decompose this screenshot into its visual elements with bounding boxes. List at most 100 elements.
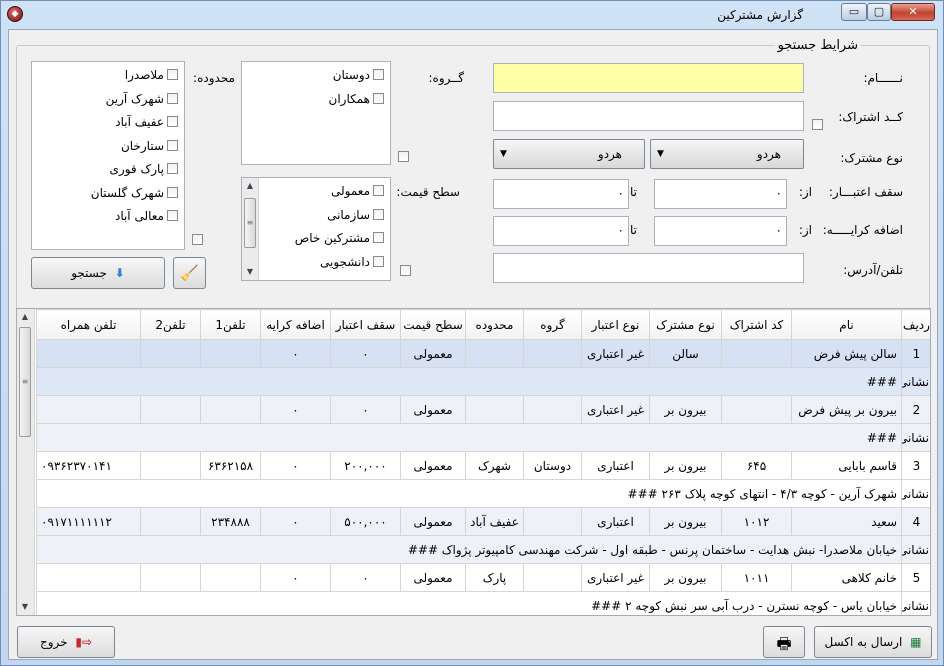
credit-from-input[interactable]: ۰ xyxy=(654,179,787,209)
area-checkbox[interactable] xyxy=(167,210,178,221)
table-row[interactable]: 2 بیرون بر پیش فرض بیرون بر غیر اعتباری معمو… xyxy=(36,395,930,424)
area-item[interactable]: معالی آباد xyxy=(32,203,184,227)
rent-from-input[interactable]: ۰ xyxy=(654,216,787,246)
column-header[interactable]: ردیف xyxy=(901,309,930,340)
cell-tel2 xyxy=(140,451,201,480)
column-header[interactable]: تلفن همراه xyxy=(36,309,141,340)
code-checkbox[interactable] xyxy=(812,119,823,130)
scroll-thumb[interactable]: ≡ xyxy=(244,198,256,248)
cell-mobile xyxy=(36,563,141,592)
app-icon[interactable]: ◆ xyxy=(7,6,23,22)
area-checkbox[interactable] xyxy=(167,139,178,151)
code-label: کــد اشتراک: xyxy=(838,110,903,124)
group-checkbox[interactable] xyxy=(373,92,384,104)
scroll-down-icon[interactable]: ▼ xyxy=(17,599,33,615)
column-header[interactable]: سقف اعتبار xyxy=(330,309,401,340)
area-checkbox[interactable] xyxy=(167,163,178,174)
area-checkbox[interactable] xyxy=(167,186,178,198)
scroll-up-icon[interactable]: ▲ xyxy=(17,309,33,325)
price-checkbox[interactable] xyxy=(373,255,384,267)
address-value: خیابان یاس - کوچه نسترن - درب آبی سر نبش… xyxy=(36,591,902,615)
clear-button[interactable]: 🧹 xyxy=(173,257,206,289)
area-checkbox[interactable] xyxy=(167,92,178,104)
column-header[interactable]: نوع مشترک xyxy=(649,309,722,340)
group-all-checkbox[interactable] xyxy=(398,151,409,162)
print-button[interactable]: 🖶 xyxy=(763,626,805,658)
results-grid[interactable]: ▲ ≡ ▼ ردیف نام کد اشتراک نوع مشترک نوع اعتبا… xyxy=(16,308,931,616)
grid-scrollbar[interactable]: ▲ ≡ ▼ xyxy=(17,309,35,615)
area-item[interactable]: شهرک آرین xyxy=(32,86,184,110)
address-row[interactable]: نشانیخیابان ملاصدرا- نبش هدایت - ساختمان… xyxy=(36,535,930,564)
address-row[interactable]: نشانیشهرک آرین - کوچه ۴/۳ - انتهای کوچه … xyxy=(36,479,930,508)
table-row[interactable]: 3 قاسم بابایی ۶۴۵ بیرون بر اعتباری دوستان شهرک… xyxy=(36,451,930,480)
column-header[interactable]: نوع اعتبار xyxy=(581,309,650,340)
cell-tel2 xyxy=(140,395,201,424)
price-checkbox[interactable] xyxy=(373,232,384,243)
column-header[interactable]: اضافه کرایه xyxy=(260,309,331,340)
exit-button[interactable]: ⇨▮ خروج xyxy=(17,626,115,658)
maximize-button[interactable]: ▢ xyxy=(867,3,891,21)
price-checkbox[interactable] xyxy=(373,208,384,220)
cell-name: قاسم بابایی xyxy=(791,451,902,480)
table-row[interactable]: 4 سعید ۱۰۱۲ بیرون بر اعتباری عفیف آباد معمولی ۵… xyxy=(36,507,930,536)
minimize-button[interactable]: ▭ xyxy=(841,3,867,21)
address-value: شهرک آرین - کوچه ۴/۳ - انتهای کوچه پلاک … xyxy=(36,479,902,508)
phone-address-input[interactable] xyxy=(493,253,804,283)
price-all-checkbox[interactable] xyxy=(400,265,411,276)
table-row[interactable]: 1 سالن پیش فرض سالن غیر اعتباری معمولی ۰ ۰ xyxy=(36,339,930,368)
price-checkbox[interactable] xyxy=(373,185,384,196)
address-row[interactable]: نشانی### xyxy=(36,423,930,452)
price-item[interactable]: دانشجویی xyxy=(242,249,390,273)
search-button[interactable]: ⬇ جستجو xyxy=(31,257,165,289)
price-listbox-scrollbar[interactable]: ▲ ≡ ▼ xyxy=(242,178,259,280)
cell-credit-type: غیر اعتباری xyxy=(581,339,650,368)
column-header[interactable]: محدوده xyxy=(465,309,524,340)
area-listbox: ملاصدرا شهرک آرین عفیف آباد ستارخان پارک… xyxy=(31,61,185,250)
address-row[interactable]: نشانیخیابان یاس - کوچه نسترن - درب آبی س… xyxy=(36,591,930,615)
table-row[interactable]: 5 خانم کلاهی ۱۰۱۱ بیرون بر غیر اعتباری پارک مع… xyxy=(36,563,930,592)
close-button[interactable]: ✕ xyxy=(891,3,935,21)
address-row[interactable]: نشانی### xyxy=(36,367,930,396)
code-input[interactable] xyxy=(493,101,804,131)
customer-type-combo-2[interactable]: هردو ▼ xyxy=(493,139,645,169)
group-item[interactable]: همکاران xyxy=(242,86,390,110)
area-item[interactable]: ملاصدرا xyxy=(32,62,184,86)
credit-to-input[interactable]: ۰ xyxy=(493,179,629,209)
cell-group: دوستان xyxy=(523,451,582,480)
combo-value: هردو xyxy=(597,147,622,161)
area-checkbox[interactable] xyxy=(167,69,178,80)
area-checkbox[interactable] xyxy=(167,116,178,127)
area-item[interactable]: شهرک گلستان xyxy=(32,180,184,204)
column-header[interactable]: نام xyxy=(791,309,902,340)
group-checkbox[interactable] xyxy=(373,69,384,80)
column-header[interactable]: سطح قیمت xyxy=(400,309,466,340)
column-header[interactable]: کد اشتراک xyxy=(721,309,792,340)
customer-type-combo-1[interactable]: هردو ▼ xyxy=(650,139,804,169)
group-item[interactable]: دوستان xyxy=(242,62,390,86)
area-item[interactable]: ستارخان xyxy=(32,133,184,157)
cell-area xyxy=(465,395,524,424)
cell-no: 3 xyxy=(901,451,930,480)
excel-export-button[interactable]: ▦ ارسال به اکسل xyxy=(814,626,932,658)
column-header[interactable]: تلفن1 xyxy=(200,309,261,340)
column-header[interactable]: تلفن2 xyxy=(140,309,201,340)
cell-rent: ۰ xyxy=(260,451,331,480)
scroll-up-icon[interactable]: ▲ xyxy=(242,178,258,194)
scroll-down-icon[interactable]: ▼ xyxy=(242,264,258,280)
cell-group xyxy=(523,507,582,536)
price-item[interactable]: سازمانی xyxy=(242,202,390,226)
price-item[interactable]: مشترکین خاص xyxy=(242,225,390,249)
cell-name: بیرون بر پیش فرض xyxy=(791,395,902,424)
price-item[interactable]: معمولی xyxy=(242,178,390,202)
cell-type: بیرون بر xyxy=(649,507,722,536)
column-header[interactable]: گروه xyxy=(523,309,582,340)
area-item[interactable]: عفیف آباد xyxy=(32,109,184,133)
cell-no: 1 xyxy=(901,339,930,368)
cell-area: عفیف آباد xyxy=(465,507,524,536)
combo-arrow-icon: ▼ xyxy=(500,149,507,159)
scroll-thumb[interactable]: ≡ xyxy=(19,327,31,437)
rent-to-input[interactable]: ۰ xyxy=(493,216,629,246)
area-all-checkbox[interactable] xyxy=(192,234,203,245)
area-item[interactable]: پارک قوری xyxy=(32,156,184,180)
name-input[interactable] xyxy=(493,63,804,93)
